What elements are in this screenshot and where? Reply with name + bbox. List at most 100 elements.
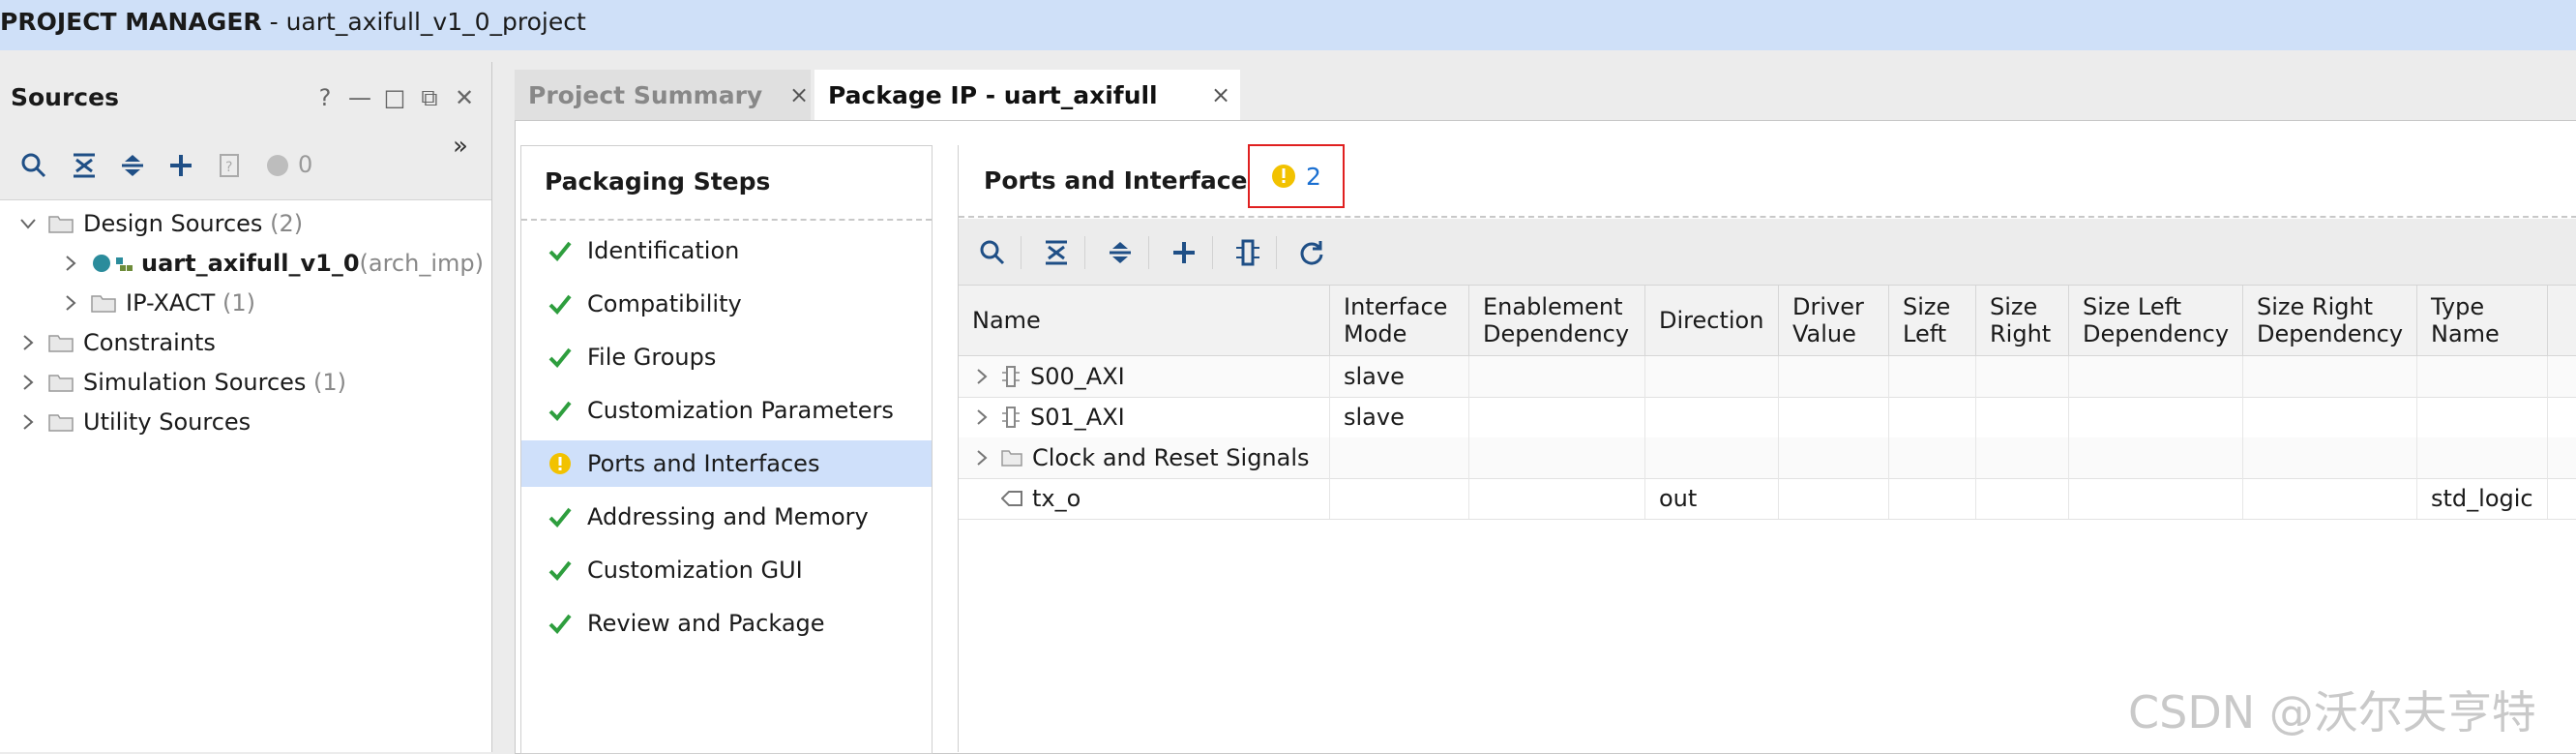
cell-size-left-dependency bbox=[2069, 437, 2243, 478]
cell-type-name bbox=[2417, 397, 2548, 437]
cell-size-left bbox=[1889, 397, 1976, 437]
interface-icon[interactable] bbox=[1229, 234, 1266, 271]
warning-count-badge[interactable]: 2 bbox=[1248, 144, 1345, 208]
ports-table-header: Name Interface Mode Enablement Dependenc… bbox=[959, 286, 2576, 356]
overflow-icon[interactable]: » bbox=[453, 132, 468, 161]
cell-driver-value bbox=[1779, 397, 1889, 437]
chevron-right-icon[interactable] bbox=[17, 372, 39, 393]
table-row[interactable]: S00_AXI slave bbox=[959, 356, 2576, 398]
tree-item-ip-xact[interactable]: IP-XACT (1) bbox=[60, 284, 255, 322]
expand-all-icon[interactable] bbox=[114, 147, 151, 184]
svg-text:?: ? bbox=[225, 160, 232, 175]
column-header-size-right-dependency[interactable]: Size Right Dependency bbox=[2243, 286, 2417, 355]
search-icon[interactable] bbox=[974, 234, 1011, 271]
watermark: CSDN @沃尔夫亨特 bbox=[2128, 686, 2536, 739]
hdl-module-icon bbox=[93, 255, 133, 272]
column-header-size-left[interactable]: Size Left bbox=[1889, 286, 1976, 355]
chevron-right-icon[interactable] bbox=[17, 411, 39, 433]
tree-item-design-sources[interactable]: Design Sources (2) bbox=[17, 204, 303, 243]
column-header-type-name[interactable]: Type Name bbox=[2417, 286, 2548, 355]
tree-item-uart-axifull[interactable]: uart_axifull_v1_0 (arch_imp) bbox=[60, 244, 484, 283]
column-header-size-right[interactable]: Size Right bbox=[1976, 286, 2069, 355]
refresh-icon[interactable] bbox=[1293, 234, 1330, 271]
close-icon[interactable]: × bbox=[1211, 81, 1230, 108]
cell-size-right bbox=[1976, 437, 2069, 478]
properties-icon[interactable]: ? bbox=[211, 147, 248, 184]
step-label: Ports and Interfaces bbox=[587, 450, 820, 477]
tree-item-simulation-sources[interactable]: Simulation Sources (1) bbox=[17, 363, 346, 402]
step-file-groups[interactable]: File Groups bbox=[521, 334, 932, 380]
cell-size-right-dependency bbox=[2243, 356, 2417, 397]
toolbar-separator bbox=[1212, 236, 1213, 269]
status-count: 0 bbox=[298, 151, 313, 178]
tab-package-ip[interactable]: Package IP - uart_axifull × bbox=[814, 70, 1240, 120]
chevron-down-icon[interactable] bbox=[17, 213, 39, 234]
column-header-enablement-dependency[interactable]: Enablement Dependency bbox=[1469, 286, 1645, 355]
title-bar: PROJECT MANAGER - uart_axifull_v1_0_proj… bbox=[0, 0, 2576, 50]
tab-project-summary[interactable]: Project Summary × bbox=[515, 70, 811, 120]
step-customization-gui[interactable]: Customization GUI bbox=[521, 547, 932, 593]
step-identification[interactable]: Identification bbox=[521, 227, 932, 274]
step-label: Customization GUI bbox=[587, 557, 803, 584]
cell-direction bbox=[1645, 356, 1779, 397]
column-header-interface-mode[interactable]: Interface Mode bbox=[1330, 286, 1469, 355]
sources-header: Sources ? — □ ⧉ ✕ bbox=[0, 62, 491, 133]
sources-panel: Sources ? — □ ⧉ ✕ ? 0 » Design Sources (… bbox=[0, 62, 492, 752]
chevron-right-icon[interactable] bbox=[972, 367, 992, 386]
collapse-all-icon[interactable] bbox=[1038, 234, 1075, 271]
help-icon[interactable]: ? bbox=[308, 83, 342, 112]
column-header-size-left-dependency[interactable]: Size Left Dependency bbox=[2069, 286, 2243, 355]
step-review-and-package[interactable]: Review and Package bbox=[521, 600, 932, 647]
step-compatibility[interactable]: Compatibility bbox=[521, 281, 932, 327]
toolbar-separator bbox=[1276, 236, 1277, 269]
close-icon[interactable]: ✕ bbox=[447, 83, 482, 112]
cell-name: S00_AXI bbox=[959, 356, 1330, 397]
collapse-all-icon[interactable] bbox=[66, 147, 103, 184]
close-icon[interactable]: × bbox=[789, 81, 809, 108]
toolbar-separator bbox=[1021, 236, 1022, 269]
tree-item-constraints[interactable]: Constraints bbox=[17, 323, 216, 362]
step-customization-parameters[interactable]: Customization Parameters bbox=[521, 387, 932, 434]
search-icon[interactable] bbox=[15, 147, 52, 184]
float-icon[interactable]: ⧉ bbox=[412, 83, 447, 112]
table-row[interactable]: S01_AXI slave bbox=[959, 397, 2576, 438]
step-addressing-and-memory[interactable]: Addressing and Memory bbox=[521, 494, 932, 540]
warning-count: 2 bbox=[1306, 162, 1321, 191]
table-row[interactable]: Clock and Reset Signals bbox=[959, 437, 2576, 479]
add-icon[interactable] bbox=[1166, 234, 1202, 271]
chevron-right-icon[interactable] bbox=[972, 448, 992, 467]
tab-label: Package IP - uart_axifull bbox=[828, 80, 1158, 109]
tree-item-label: IP-XACT bbox=[126, 289, 216, 317]
tree-item-utility-sources[interactable]: Utility Sources bbox=[17, 403, 251, 441]
cell-size-left-dependency bbox=[2069, 356, 2243, 397]
checkmark-icon bbox=[547, 290, 574, 317]
folder-icon bbox=[48, 414, 74, 432]
table-row[interactable]: tx_o out std_logic bbox=[959, 478, 2576, 520]
tree-item-suffix: (arch_imp) bbox=[359, 250, 484, 277]
checkmark-icon bbox=[547, 344, 574, 371]
cell-size-right bbox=[1976, 397, 2069, 437]
editor-tab-bar: Project Summary × Package IP - uart_axif… bbox=[515, 70, 2576, 120]
add-icon[interactable] bbox=[163, 147, 199, 184]
chevron-right-icon[interactable] bbox=[60, 292, 81, 314]
toolbar-separator bbox=[1084, 236, 1085, 269]
chevron-right-icon[interactable] bbox=[60, 253, 81, 274]
cell-size-left bbox=[1889, 478, 1976, 519]
step-ports-and-interfaces[interactable]: Ports and Interfaces bbox=[521, 440, 932, 487]
tree-item-count: (1) bbox=[313, 369, 347, 396]
column-header-direction[interactable]: Direction bbox=[1645, 286, 1779, 355]
checkmark-icon bbox=[547, 557, 574, 584]
tree-item-label: uart_axifull_v1_0 bbox=[141, 250, 360, 277]
folder-icon bbox=[48, 335, 74, 352]
chevron-right-icon[interactable] bbox=[17, 332, 39, 353]
cell-name: Clock and Reset Signals bbox=[959, 437, 1330, 478]
expand-all-icon[interactable] bbox=[1102, 234, 1139, 271]
column-header-name[interactable]: Name bbox=[959, 286, 1330, 355]
minimize-icon[interactable]: — bbox=[342, 83, 377, 112]
maximize-icon[interactable]: □ bbox=[377, 83, 412, 112]
column-header-driver-value[interactable]: Driver Value bbox=[1779, 286, 1889, 355]
cell-driver-value bbox=[1779, 356, 1889, 397]
tree-item-count: (2) bbox=[270, 210, 304, 237]
cell-direction: out bbox=[1645, 478, 1779, 519]
chevron-right-icon[interactable] bbox=[972, 407, 992, 427]
